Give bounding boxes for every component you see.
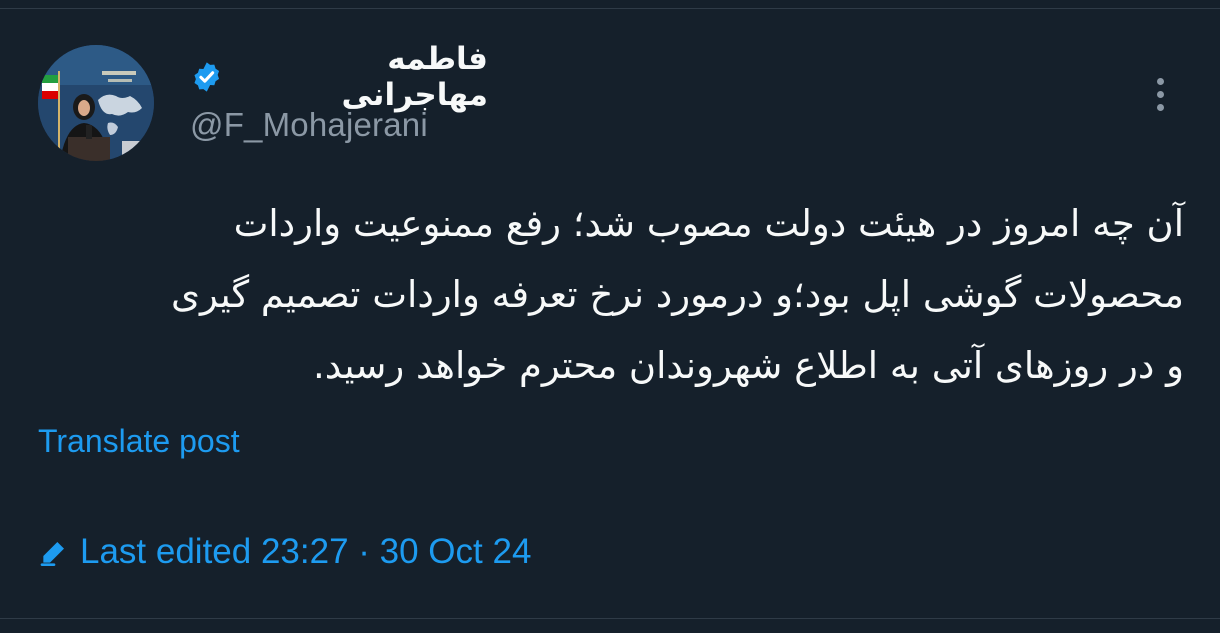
last-edited-link[interactable]: Last edited 23:27 · 30 Oct 24 [38, 532, 531, 572]
bottom-divider [0, 618, 1220, 619]
more-options-icon-dot [1156, 90, 1164, 98]
tweet-text-line: آن چه امروز در هیئت دولت مصوب شد؛ رفع مم… [233, 202, 1184, 245]
avatar-photo-icon [38, 45, 154, 161]
tweet-body: آن چه امروز در هیئت دولت مصوب شد؛ رفع مم… [38, 188, 1184, 401]
name-row: فاطمه مهاجرانی [190, 41, 488, 113]
more-options-button[interactable] [1142, 72, 1178, 116]
tweet-text-line: و در روزهای آتی به اطلاع شهروندان محترم … [313, 344, 1184, 387]
tweet-text-line: محصولات گوشی اپل بود؛و درمورد نرخ تعرفه … [170, 273, 1184, 316]
translate-post-link[interactable]: Translate post [38, 423, 240, 460]
author-avatar[interactable] [38, 45, 154, 161]
top-divider [0, 8, 1220, 9]
author-info: فاطمه مهاجرانی @F_Mohajerani [190, 41, 610, 144]
author-handle[interactable]: @F_Mohajerani [190, 106, 610, 144]
author-display-name[interactable]: فاطمه مهاجرانی [234, 41, 488, 113]
last-edited-timestamp: Last edited 23:27 · 30 Oct 24 [80, 532, 532, 571]
pencil-edit-icon [40, 542, 64, 566]
more-options-icon-dot [1156, 77, 1164, 85]
more-options-icon-dot [1156, 103, 1164, 111]
verified-badge-icon[interactable] [190, 60, 224, 94]
